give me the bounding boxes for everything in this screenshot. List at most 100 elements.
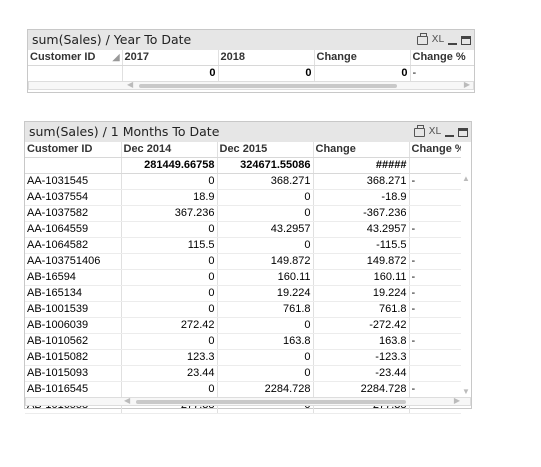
- value-cell[interactable]: -18.9: [313, 189, 410, 206]
- value-cell[interactable]: [409, 349, 461, 366]
- value-cell[interactable]: 761.8: [217, 301, 314, 318]
- value-cell[interactable]: 0: [121, 269, 218, 286]
- header-2018[interactable]: 2018: [218, 50, 315, 66]
- value-cell[interactable]: 0: [217, 317, 314, 334]
- value-cell[interactable]: [409, 205, 461, 222]
- scroll-thumb[interactable]: [139, 84, 397, 88]
- value-cell[interactable]: 149.872: [217, 253, 314, 270]
- customer-id-cell[interactable]: AA-1037554: [25, 189, 122, 206]
- value-cell[interactable]: 367.236: [121, 205, 218, 222]
- value-cell[interactable]: 0: [217, 365, 314, 382]
- value-cell[interactable]: -: [409, 333, 461, 350]
- vertical-scrollbar[interactable]: ▲ ▼: [461, 174, 471, 396]
- ytd-table-caption[interactable]: sum(Sales) / Year To Date XL: [28, 30, 474, 50]
- value-cell[interactable]: 0: [121, 381, 218, 398]
- value-cell[interactable]: 0: [121, 173, 218, 190]
- header-change[interactable]: Change: [313, 142, 410, 158]
- value-cell[interactable]: 368.271: [313, 173, 410, 190]
- value-cell[interactable]: -23.44: [313, 365, 410, 382]
- value-cell[interactable]: -: [409, 269, 461, 286]
- minimize-icon[interactable]: [445, 135, 454, 137]
- value-cell[interactable]: 160.11: [313, 269, 410, 286]
- value-cell[interactable]: [409, 237, 461, 254]
- value-cell[interactable]: 0: [121, 301, 218, 318]
- customer-id-cell[interactable]: AB-1001539: [25, 301, 122, 318]
- customer-id-cell[interactable]: AA-103751406: [25, 253, 122, 270]
- value-cell[interactable]: [409, 317, 461, 334]
- customer-id-cell[interactable]: AB-165134: [25, 285, 122, 302]
- printer-icon[interactable]: [416, 32, 428, 45]
- value-cell[interactable]: -123.3: [313, 349, 410, 366]
- value-cell[interactable]: -115.5: [313, 237, 410, 254]
- value-cell[interactable]: -: [409, 221, 461, 238]
- mtd-table-object[interactable]: sum(Sales) / 1 Months To Date XL Custome…: [24, 121, 472, 414]
- value-cell[interactable]: 19.224: [313, 285, 410, 302]
- value-cell[interactable]: 0: [217, 237, 314, 254]
- value-cell[interactable]: 2284.728: [217, 381, 314, 398]
- value-cell[interactable]: -272.42: [313, 317, 410, 334]
- scroll-right-icon[interactable]: ▶: [464, 80, 470, 89]
- header-customer-id[interactable]: Customer ID ◢: [28, 50, 123, 66]
- customer-id-cell[interactable]: AA-1037582: [25, 205, 122, 222]
- value-cell[interactable]: 0: [217, 189, 314, 206]
- header-2017[interactable]: 2017: [122, 50, 219, 66]
- value-cell[interactable]: 123.3: [121, 349, 218, 366]
- header-change[interactable]: Change: [314, 50, 411, 66]
- value-cell[interactable]: 0: [217, 349, 314, 366]
- header-dec-2015[interactable]: Dec 2015: [217, 142, 314, 158]
- scroll-down-icon[interactable]: ▼: [462, 387, 470, 396]
- value-cell[interactable]: -: [409, 253, 461, 270]
- value-cell[interactable]: -367.236: [313, 205, 410, 222]
- maximize-icon[interactable]: [461, 35, 471, 45]
- customer-id-cell[interactable]: AB-1015082: [25, 349, 122, 366]
- customer-id-cell[interactable]: AA-1064559: [25, 221, 122, 238]
- minimize-icon[interactable]: [448, 43, 457, 45]
- header-change-pct[interactable]: Change %: [409, 142, 461, 158]
- scroll-left-icon[interactable]: ◀: [127, 80, 133, 89]
- ytd-table-object[interactable]: sum(Sales) / Year To Date XL Customer ID…: [27, 29, 475, 93]
- value-cell[interactable]: 272.42: [121, 317, 218, 334]
- header-customer-id[interactable]: Customer ID: [25, 142, 122, 158]
- value-cell[interactable]: 19.224: [217, 285, 314, 302]
- value-cell[interactable]: 0: [121, 253, 218, 270]
- scroll-up-icon[interactable]: ▲: [462, 174, 470, 183]
- excel-icon[interactable]: XL: [429, 125, 441, 139]
- value-cell[interactable]: 149.872: [313, 253, 410, 270]
- mtd-table-caption[interactable]: sum(Sales) / 1 Months To Date XL: [25, 122, 471, 142]
- value-cell[interactable]: 2284.728: [313, 381, 410, 398]
- value-cell[interactable]: [409, 365, 461, 382]
- customer-id-cell[interactable]: AA-1064582: [25, 237, 122, 254]
- value-cell[interactable]: -: [409, 173, 461, 190]
- customer-id-cell[interactable]: AB-1006039: [25, 317, 122, 334]
- value-cell[interactable]: -: [409, 285, 461, 302]
- customer-id-cell[interactable]: AA-1031545: [25, 173, 122, 190]
- value-cell[interactable]: 18.9: [121, 189, 218, 206]
- value-cell[interactable]: 160.11: [217, 269, 314, 286]
- sort-icon[interactable]: ◢: [113, 50, 120, 65]
- customer-id-cell[interactable]: AB-16594: [25, 269, 122, 286]
- scroll-left-icon[interactable]: ◀: [124, 396, 130, 405]
- customer-id-cell[interactable]: AB-1015093: [25, 365, 122, 382]
- value-cell[interactable]: 43.2957: [313, 221, 410, 238]
- value-cell[interactable]: 163.8: [217, 333, 314, 350]
- value-cell[interactable]: -: [409, 301, 461, 318]
- value-cell[interactable]: [409, 189, 461, 206]
- value-cell[interactable]: 23.44: [121, 365, 218, 382]
- header-dec-2014[interactable]: Dec 2014: [121, 142, 218, 158]
- value-cell[interactable]: 368.271: [217, 173, 314, 190]
- value-cell[interactable]: 43.2957: [217, 221, 314, 238]
- value-cell[interactable]: 163.8: [313, 333, 410, 350]
- printer-icon[interactable]: [413, 124, 425, 137]
- value-cell[interactable]: 761.8: [313, 301, 410, 318]
- horizontal-scrollbar[interactable]: ◀ ▶: [25, 396, 471, 406]
- customer-id-cell[interactable]: AB-1016545: [25, 381, 122, 398]
- customer-id-cell[interactable]: AB-1010562: [25, 333, 122, 350]
- value-cell[interactable]: 0: [121, 221, 218, 238]
- value-cell[interactable]: 0: [121, 333, 218, 350]
- horizontal-scrollbar[interactable]: ◀ ▶: [28, 80, 474, 90]
- value-cell[interactable]: 0: [217, 205, 314, 222]
- maximize-icon[interactable]: [458, 127, 468, 137]
- value-cell[interactable]: 115.5: [121, 237, 218, 254]
- scroll-thumb[interactable]: [136, 400, 406, 404]
- scroll-right-icon[interactable]: ▶: [454, 396, 460, 405]
